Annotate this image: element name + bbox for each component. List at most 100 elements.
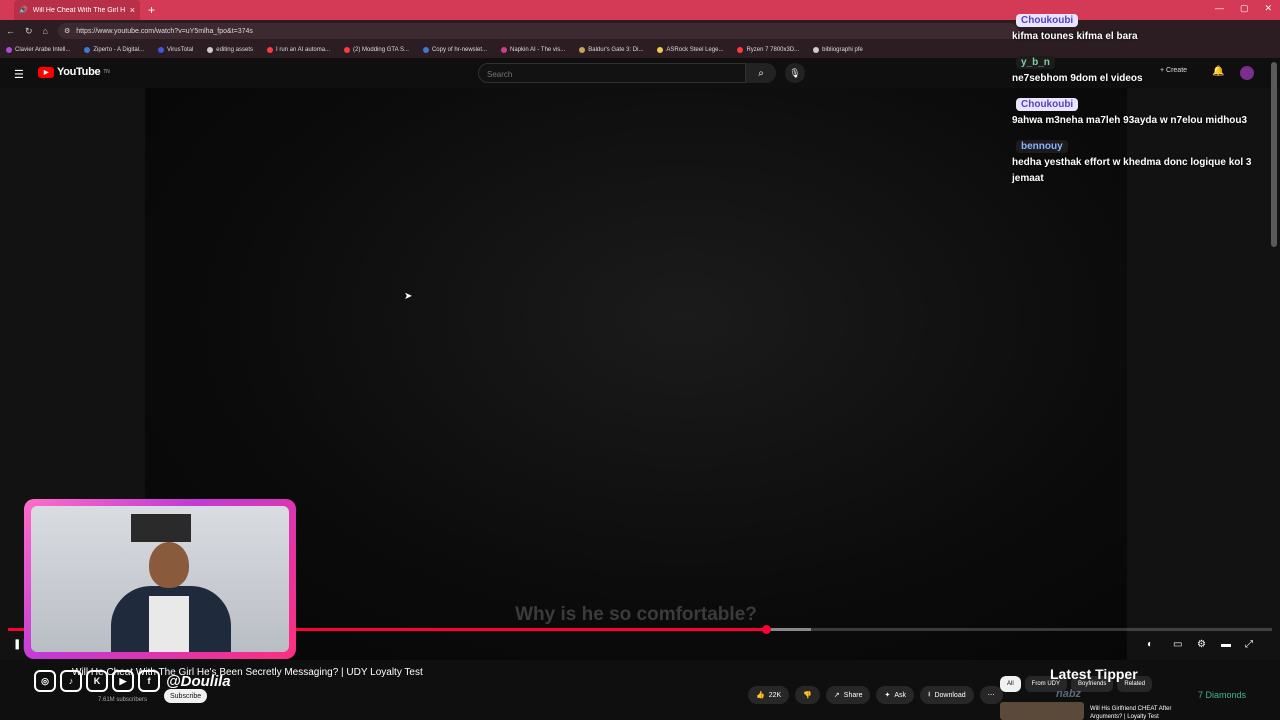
mouse-cursor-icon: ➤ [404,291,413,302]
bookmark-item[interactable]: I run an AI automa... [267,47,330,53]
chat-username: Choukoubi [1016,98,1079,111]
bookmark-favicon-icon [6,47,12,53]
bookmark-favicon-icon [737,47,744,53]
social-overlay: ◎ ♪ K ▶ f @Doulila [34,670,231,692]
screen: 🔊 Will He Cheat With The Girl He's × + —… [0,0,1280,720]
chat-username: Choukoubi [1016,14,1079,27]
bookmark-favicon-icon [267,47,273,53]
site-info-icon[interactable]: ⚙ [64,27,70,35]
share-icon: ↗ [833,692,840,699]
search-box [478,63,746,84]
ask-button[interactable]: ✦ Ask [876,686,915,704]
reload-icon[interactable]: ↻ [25,26,33,37]
recommended-title[interactable]: Will His Girlfriend CHEAT After Argument… [1090,702,1190,720]
tipper-diamonds: 7 Diamonds [1198,690,1247,700]
chat-message: bennouy hedha yesthak effort w khedma don… [1010,136,1276,187]
bookmark-favicon-icon [813,47,820,53]
bookmark-label: ASRock Steel Lege... [666,47,724,53]
bookmark-item[interactable]: Napkin AI - The vis... [501,47,565,53]
mic-icon: 🎙 [789,67,801,78]
browser-tab[interactable]: 🔊 Will He Cheat With The Girl He's × [14,0,140,20]
bookmark-item[interactable]: bibliographi pfe [813,47,863,53]
chat-username: bennouy [1016,140,1068,153]
sparkle-icon: ✦ [884,692,891,699]
chat-text: hedha yesthak effort w khedma donc logiq… [1012,157,1252,184]
more-icon: ⋯ [987,692,995,699]
bookmark-item[interactable]: VirusTotal [158,47,193,53]
youtube-play-icon: ▶ [38,66,54,78]
thumbs-down-icon: 👎 [803,692,812,699]
social-handle: @Doulila [166,672,231,690]
dislike-button[interactable]: 👎 [795,686,820,704]
page-scrollbar[interactable] [1271,62,1277,247]
bookmark-item[interactable]: editing assets [207,47,253,53]
bookmark-item[interactable]: Ryzen 7 7800x3D... [737,47,799,53]
bookmark-item[interactable]: Clavier Arabe Intell... [6,47,70,53]
bookmark-label: Ziperto - A Digital... [93,47,145,53]
video-actions: 👍 22K 👎 ↗ Share ✦ Ask ⭳ Download ⋯ [748,686,1003,704]
bookmark-label: Napkin AI - The vis... [510,47,566,53]
chat-message: y_b_n ne7sebhom 9dom el videos [1010,52,1276,87]
chat-text: kifma tounes kifma el bara [1012,31,1138,42]
channel-subscribers: 7.61M subscribers [98,697,148,703]
speaker-icon: 🔊 [19,7,28,14]
download-button[interactable]: ⭳ Download [920,686,974,704]
bookmark-favicon-icon [158,47,165,53]
url-bar[interactable]: ⚙ https://www.youtube.com/watch?v=uY5mlh… [57,23,1018,39]
webcam-feed [31,506,289,652]
latest-tipper-label: Latest Tipper [1050,666,1138,682]
bookmark-favicon-icon [501,47,507,53]
bookmark-item[interactable]: Copy of hr-newslet... [422,47,487,53]
bookmark-label: bibliographi pfe [822,47,863,53]
hamburger-menu-icon[interactable]: ☰ [14,68,24,81]
ask-label: Ask [894,691,907,699]
search-icon: ⌕ [758,67,764,79]
like-count: 22K [768,691,782,699]
instagram-icon: ◎ [34,670,56,692]
theater-mode-icon[interactable]: ▬ [1221,639,1231,650]
wall-poster [131,514,191,542]
share-button[interactable]: ↗ Share [825,686,871,704]
search-input[interactable] [479,65,745,84]
bookmark-label: editing assets [216,47,253,53]
youtube-logo-text: YouTube [57,66,101,78]
new-tab-button[interactable]: + [148,3,155,17]
voice-search-button[interactable]: 🎙 [785,63,805,83]
chat-overlay: Choukoubi kifma tounes kifma el bara y_b_n… [1010,10,1276,194]
bookmark-favicon-icon [84,47,91,53]
like-button[interactable]: 👍 22K [748,686,790,704]
webcam-overlay [24,499,296,659]
thumbs-up-icon: 👍 [756,692,765,699]
chat-username: y_b_n [1016,56,1055,69]
chat-text: 9ahwa m3neha ma7leh 93ayda w n7elou midh… [1012,115,1248,126]
bookmark-label: I run an AI automa... [276,47,331,53]
bookmark-label: VirusTotal [167,47,194,53]
bookmark-item[interactable]: ASRock Steel Lege... [657,47,723,53]
recommended-thumbnail[interactable] [1000,702,1084,720]
home-icon[interactable]: ⌂ [43,26,48,36]
bookmark-label: Baldur's Gate 3: Di... [588,47,644,53]
streamer-shirt [149,596,189,652]
back-icon[interactable]: ← [6,26,15,36]
bookmark-item[interactable]: Ziperto - A Digital... [84,47,144,53]
close-tab-icon[interactable]: × [130,5,135,15]
streamer-head [149,542,189,588]
chip-all[interactable]: All [1000,676,1021,692]
chat-message: Choukoubi 9ahwa m3neha ma7leh 93ayda w n7… [1010,94,1276,129]
fullscreen-icon[interactable]: ⤢ [1245,639,1253,650]
tipper-name: nabz [1056,688,1082,700]
bookmark-label: (2) Modding GTA S... [353,47,409,53]
settings-gear-icon[interactable]: ⚙ [1197,639,1206,650]
share-label: Share [843,691,863,699]
bookmark-item[interactable]: Baldur's Gate 3: Di... [579,47,643,53]
recommended-video[interactable]: Will His Girlfriend CHEAT After Argument… [1000,702,1190,720]
youtube-logo[interactable]: ▶ YouTube TN [38,66,110,78]
country-code: TN [103,69,110,75]
bookmark-favicon-icon [579,47,586,53]
autoplay-toggle-icon[interactable]: ◐ [1147,639,1153,650]
bookmark-item[interactable]: (2) Modding GTA S... [344,47,409,53]
search-button[interactable]: ⌕ [746,63,776,83]
captions-icon[interactable]: ▭ [1173,639,1182,650]
facebook-icon: f [138,670,160,692]
chat-message: Choukoubi kifma tounes kifma el bara [1010,10,1276,45]
